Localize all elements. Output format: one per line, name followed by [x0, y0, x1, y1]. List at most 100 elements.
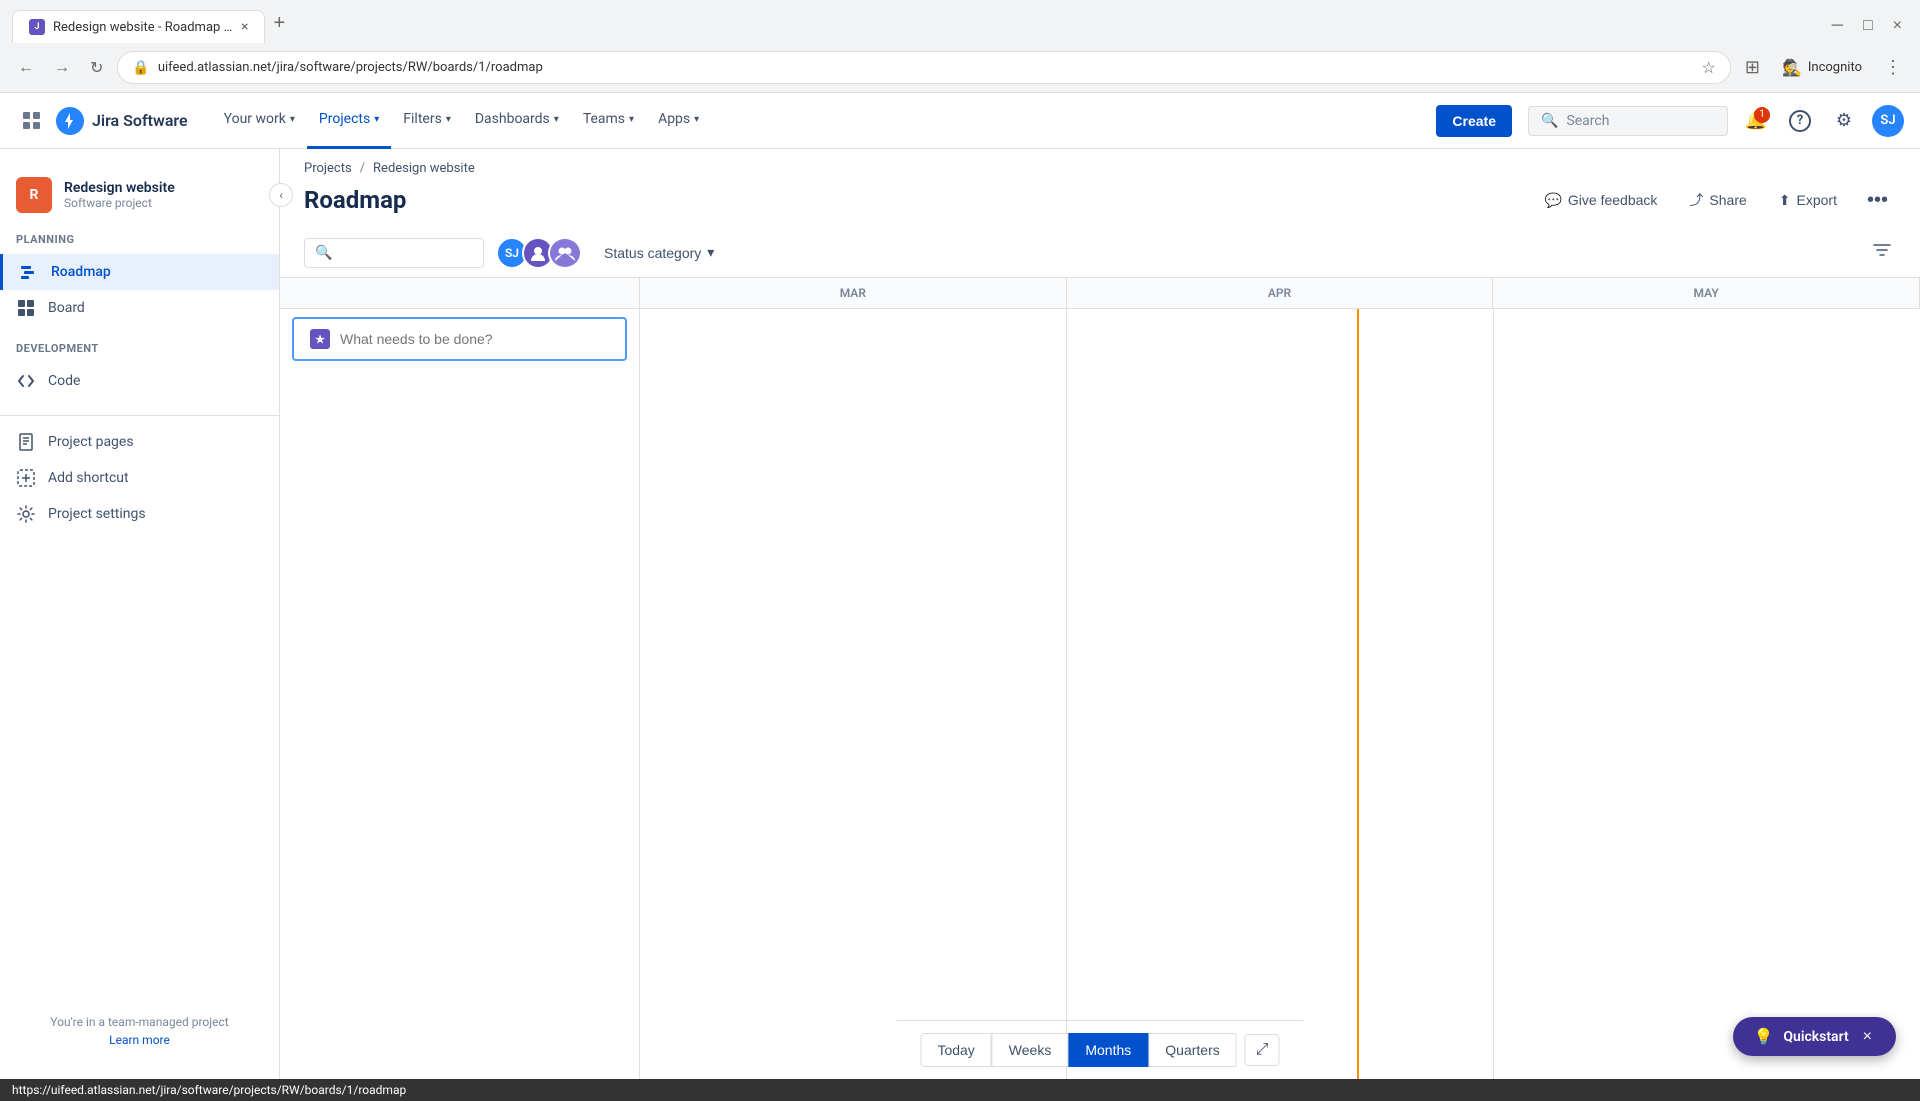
breadcrumb-projects[interactable]: Projects: [304, 161, 352, 176]
maximize-btn[interactable]: □: [1857, 13, 1879, 39]
roadmap-toolbar: 🔍 SJ Status category ▾: [280, 228, 1920, 278]
roadmap-search-input[interactable]: [340, 245, 460, 261]
grid-background: [640, 309, 1920, 1079]
search-box[interactable]: 🔍 Search: [1528, 106, 1728, 136]
nav-filters[interactable]: Filters ▾: [391, 93, 463, 149]
tab-title: Redesign website - Roadmap - Ji...: [53, 20, 233, 35]
feedback-icon: 💬: [1544, 192, 1561, 209]
project-info: Redesign website Software project: [64, 180, 263, 210]
sidebar-item-code[interactable]: Code: [0, 363, 279, 399]
breadcrumb-project-name[interactable]: Redesign website: [373, 161, 475, 176]
nav-teams[interactable]: Teams ▾: [571, 93, 646, 149]
incognito-text: Incognito: [1808, 60, 1862, 75]
main-content: Projects / Redesign website Roadmap 💬 Gi…: [280, 149, 1920, 1079]
nav-dashboards[interactable]: Dashboards ▾: [463, 93, 571, 149]
learn-more-link[interactable]: Learn more: [16, 1033, 263, 1047]
roadmap-header-left: [280, 278, 640, 308]
month-mar: MAR: [640, 278, 1067, 308]
create-button[interactable]: Create: [1436, 105, 1512, 137]
give-feedback-btn[interactable]: 💬 Give feedback: [1534, 186, 1667, 215]
logo-text: Jira Software: [92, 111, 188, 130]
roadmap-header: MAR APR MAY: [280, 278, 1920, 309]
user-avatar[interactable]: SJ: [1872, 105, 1904, 137]
header-actions: 💬 Give feedback ⤴ Share ⬆ Export •••: [1534, 184, 1896, 216]
sidebar-item-add-shortcut[interactable]: Add shortcut: [0, 460, 279, 496]
address-bar[interactable]: 🔒 uifeed.atlassian.net/jira/software/pro…: [117, 51, 1730, 84]
today-btn[interactable]: Today: [920, 1033, 991, 1067]
sidebar-project-header: R Redesign website Software project ‹: [0, 165, 279, 225]
board-icon: [16, 298, 36, 318]
expand-roadmap-btn[interactable]: ⤢: [1245, 1034, 1280, 1066]
chevron-down-icon: ▾: [707, 244, 714, 261]
chevron-icon: ▾: [554, 114, 559, 125]
new-tab-btn[interactable]: +: [265, 8, 293, 39]
content-area: R Redesign website Software project ‹ PL…: [0, 149, 1920, 1079]
refresh-btn[interactable]: ↻: [84, 54, 109, 82]
user-avatars-filter: SJ: [496, 237, 582, 269]
time-controls: Today Weeks Months Quarters ⤢: [896, 1020, 1303, 1079]
sidebar-item-roadmap[interactable]: Roadmap: [0, 254, 279, 290]
add-shortcut-icon: [16, 468, 36, 488]
help-btn[interactable]: ?: [1784, 105, 1816, 137]
quarters-btn[interactable]: Quarters: [1148, 1033, 1236, 1067]
roadmap-items-list: ★: [280, 309, 640, 1079]
status-bar-url: https://uifeed.atlassian.net/jira/softwa…: [12, 1083, 406, 1097]
tab-close-btn[interactable]: ×: [241, 19, 248, 35]
project-name: Redesign website: [64, 180, 263, 196]
avatar-group[interactable]: [548, 237, 582, 269]
back-btn[interactable]: ←: [12, 55, 40, 81]
roadmap-input-row[interactable]: ★: [292, 317, 627, 361]
chevron-icon: ▾: [694, 114, 699, 125]
extensions-btn[interactable]: ⊞: [1739, 53, 1766, 82]
status-category-filter[interactable]: Status category ▾: [594, 238, 724, 267]
page-header: Roadmap 💬 Give feedback ⤴ Share ⬆ Export…: [280, 176, 1920, 228]
header-more-btn[interactable]: •••: [1859, 185, 1896, 216]
weeks-btn[interactable]: Weeks: [992, 1033, 1069, 1067]
nav-projects[interactable]: Projects ▾: [307, 93, 391, 149]
today-indicator: [1357, 309, 1359, 1079]
timeline-months: MAR APR MAY: [640, 278, 1920, 308]
chevron-icon: ▾: [446, 114, 451, 125]
settings-btn[interactable]: ⚙: [1828, 105, 1860, 137]
sidebar-item-board[interactable]: Board: [0, 290, 279, 326]
roadmap-item-input[interactable]: [340, 331, 609, 347]
app-logo[interactable]: Jira Software: [56, 107, 188, 135]
active-tab[interactable]: J Redesign website - Roadmap - Ji... ×: [12, 10, 265, 43]
bookmark-icon[interactable]: ☆: [1702, 58, 1716, 77]
nav-apps[interactable]: Apps ▾: [646, 93, 711, 149]
export-btn[interactable]: ⬆ Export: [1769, 186, 1847, 215]
notifications-btn[interactable]: 🔔 1: [1740, 105, 1772, 137]
months-btn[interactable]: Months: [1068, 1033, 1148, 1067]
nav-right: 🔍 Search 🔔 1 ? ⚙ SJ: [1528, 105, 1904, 137]
sidebar-item-project-settings[interactable]: Project settings: [0, 496, 279, 532]
sidebar-item-project-pages[interactable]: Project pages: [0, 424, 279, 460]
browser-menu-btn[interactable]: ⋮: [1878, 53, 1908, 82]
grid-col-mar: [640, 309, 1067, 1079]
app-switcher-btn[interactable]: [16, 105, 48, 137]
share-icon: ⤴: [1689, 190, 1703, 210]
grid-col-may: [1494, 309, 1920, 1079]
quickstart-widget[interactable]: 💡 Quickstart ×: [1733, 1017, 1896, 1056]
quickstart-close-btn[interactable]: ×: [1859, 1028, 1876, 1046]
roadmap-search-box[interactable]: 🔍: [304, 238, 484, 268]
minimize-btn[interactable]: ─: [1826, 13, 1849, 39]
code-icon: [16, 371, 36, 391]
filter-settings-btn[interactable]: [1868, 236, 1896, 269]
pages-icon: [16, 432, 36, 452]
forward-btn[interactable]: →: [48, 55, 76, 81]
month-apr: APR: [1067, 278, 1494, 308]
breadcrumb: Projects / Redesign website: [280, 149, 1920, 176]
nav-your-work[interactable]: Your work ▾: [212, 93, 307, 149]
sidebar-planning-section: PLANNING Roadmap: [0, 225, 279, 326]
roadmap-container: MAR APR MAY ★: [280, 278, 1920, 1079]
collapse-sidebar-btn[interactable]: ‹: [269, 183, 293, 207]
url-text: uifeed.atlassian.net/jira/software/proje…: [158, 60, 1694, 75]
sidebar-development-section: DEVELOPMENT Code: [0, 334, 279, 399]
chevron-icon: ▾: [374, 114, 379, 125]
grid-col-apr: [1067, 309, 1494, 1079]
close-window-btn[interactable]: ×: [1887, 13, 1908, 39]
sidebar-footer-text: You're in a team-managed project: [16, 1015, 263, 1029]
roadmap-gantt-area: [640, 309, 1920, 1079]
project-icon: R: [16, 177, 52, 213]
share-btn[interactable]: ⤴ Share: [1679, 184, 1756, 216]
